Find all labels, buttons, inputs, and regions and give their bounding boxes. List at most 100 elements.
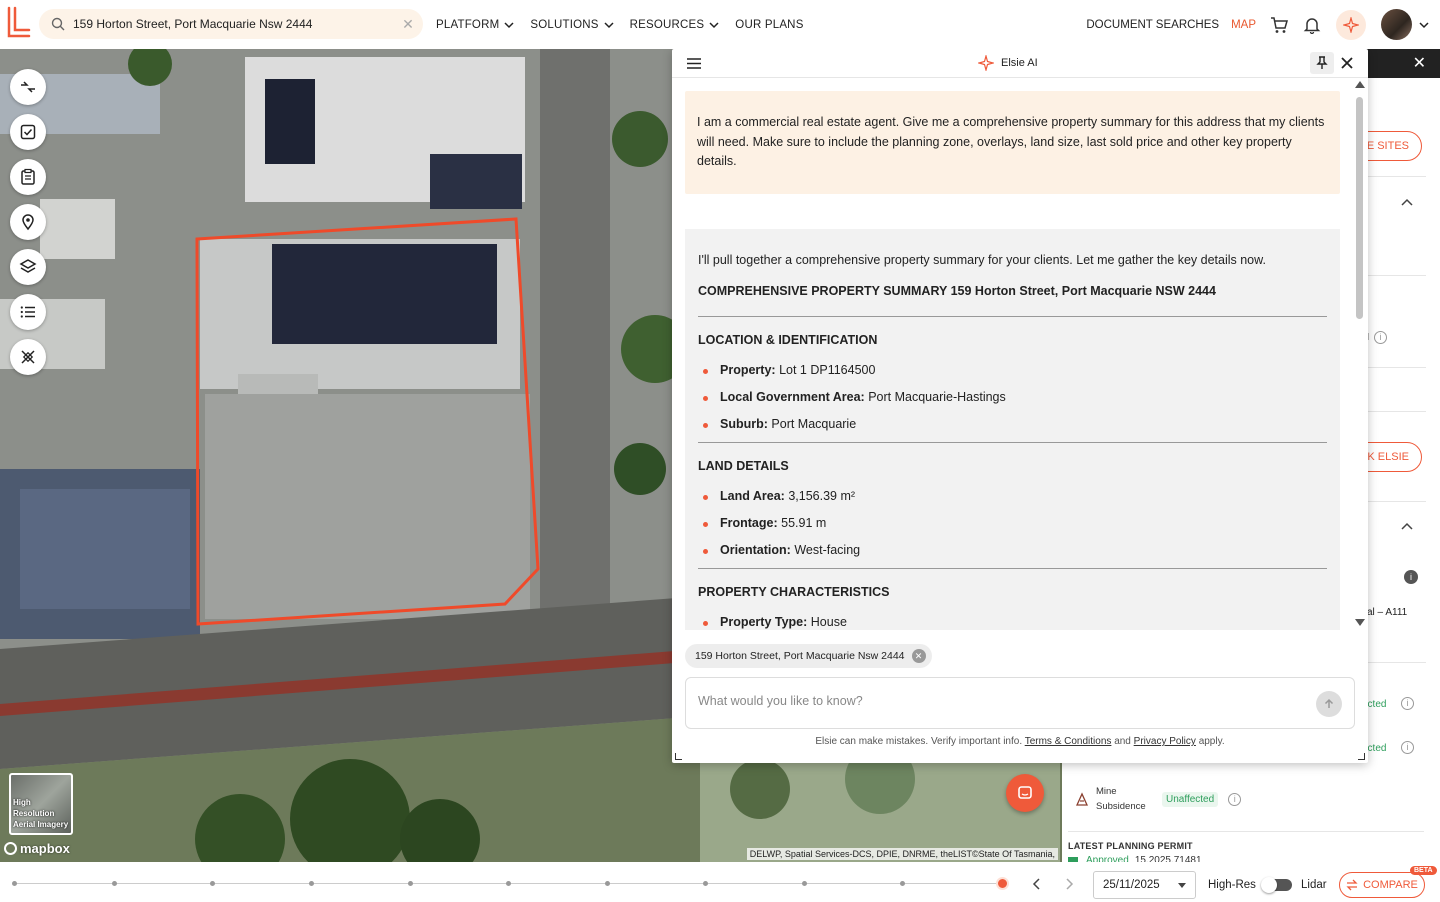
info-icon[interactable]: i bbox=[1228, 792, 1242, 806]
clipboard-tool[interactable] bbox=[10, 159, 46, 195]
date-value: 25/11/2025 bbox=[1103, 879, 1160, 891]
list-tool[interactable] bbox=[10, 294, 46, 330]
prompt-input[interactable] bbox=[698, 694, 1298, 708]
nav-label: OUR PLANS bbox=[735, 18, 804, 31]
app-logo[interactable] bbox=[6, 6, 32, 40]
imagery-toggle[interactable]: High Resolution Aerial Imagery bbox=[9, 773, 73, 835]
bell-icon[interactable] bbox=[1303, 16, 1321, 34]
hires-lidar-toggle[interactable] bbox=[1261, 877, 1292, 893]
cart-icon[interactable] bbox=[1270, 16, 1288, 34]
compare-icon bbox=[1346, 879, 1358, 891]
close-icon[interactable]: ✕ bbox=[1413, 56, 1426, 72]
close-icon[interactable] bbox=[1338, 54, 1356, 72]
pin-button[interactable] bbox=[1310, 52, 1334, 74]
map-link[interactable]: MAP bbox=[1231, 19, 1256, 31]
mine-icon bbox=[1075, 792, 1089, 806]
ai-intro: I'll pull together a comprehensive prope… bbox=[698, 252, 1266, 267]
imagery-label: High Resolution Aerial Imagery bbox=[13, 798, 69, 829]
list-item: Land Area: 3,156.39 m² bbox=[698, 487, 1327, 506]
chat-thread[interactable]: I am a commercial real estate agent. Giv… bbox=[685, 91, 1340, 630]
divider bbox=[698, 441, 1327, 443]
toggle-knob bbox=[1261, 877, 1277, 893]
timeline-current-marker[interactable] bbox=[996, 877, 1009, 890]
top-header: 159 Horton Street, Port Macquarie Nsw 24… bbox=[0, 0, 1440, 49]
elsie-title: Elsie AI bbox=[978, 55, 1038, 71]
search-icon bbox=[51, 17, 65, 31]
latest-permit-heading: LATEST PLANNING PERMIT bbox=[1068, 841, 1193, 851]
list-item: Orientation: West-facing bbox=[698, 541, 1327, 560]
divider bbox=[698, 567, 1327, 569]
elsie-title-text: Elsie AI bbox=[1001, 57, 1038, 69]
chevron-left-icon[interactable] bbox=[1031, 878, 1043, 890]
timeline-tick[interactable] bbox=[112, 881, 117, 886]
timeline-tick[interactable] bbox=[703, 881, 708, 886]
timeline-tick[interactable] bbox=[802, 881, 807, 886]
date-select[interactable]: 25/11/2025 bbox=[1093, 871, 1196, 899]
list-item: Local Government Area: Port Macquarie-Ha… bbox=[698, 388, 1327, 407]
item-value: Lot 1 DP1164500 bbox=[779, 362, 876, 377]
info-icon[interactable]: i bbox=[1401, 697, 1414, 710]
nav-solutions[interactable]: SOLUTIONS bbox=[530, 19, 614, 31]
scroll-down-arrow[interactable] bbox=[1355, 619, 1365, 626]
info-icon[interactable]: i bbox=[1404, 570, 1418, 584]
user-avatar[interactable] bbox=[1381, 9, 1412, 40]
address-search[interactable]: 159 Horton Street, Port Macquarie Nsw 24… bbox=[39, 9, 423, 39]
clear-icon[interactable]: ✕ bbox=[401, 17, 415, 31]
resize-corner-icon[interactable] bbox=[1358, 753, 1365, 760]
collapse-tool[interactable] bbox=[10, 69, 46, 105]
elsie-ai-panel: Elsie AI I am a commercial real estate a… bbox=[672, 49, 1368, 763]
timeline-tick[interactable] bbox=[210, 881, 215, 886]
divider bbox=[1362, 275, 1426, 276]
map-toolbar bbox=[10, 69, 46, 384]
prompt-box bbox=[685, 677, 1355, 729]
section-list: Property Type: House bbox=[698, 613, 1327, 631]
scrollbar-thumb[interactable] bbox=[1356, 97, 1363, 319]
compare-button[interactable]: COMPARE bbox=[1339, 872, 1425, 898]
divider bbox=[698, 315, 1327, 317]
zone-fragment: al – A111 bbox=[1367, 607, 1408, 618]
caret-down-icon bbox=[1178, 883, 1186, 888]
menu-icon[interactable] bbox=[686, 57, 702, 70]
chevron-up-icon[interactable] bbox=[1400, 196, 1414, 210]
scroll-up-arrow[interactable] bbox=[1355, 81, 1365, 88]
nav-resources[interactable]: RESOURCES bbox=[630, 19, 720, 31]
elsie-ai-button[interactable] bbox=[1336, 9, 1366, 40]
info-icon[interactable]: i bbox=[1401, 741, 1414, 754]
info-icon[interactable]: i bbox=[1374, 331, 1387, 344]
user-message: I am a commercial real estate agent. Giv… bbox=[685, 91, 1340, 194]
sparkle-icon bbox=[978, 55, 994, 71]
send-button[interactable] bbox=[1316, 691, 1342, 717]
measure-tool[interactable] bbox=[10, 339, 46, 375]
timeline-tick[interactable] bbox=[506, 881, 511, 886]
divider bbox=[1362, 367, 1426, 368]
lidar-label: Lidar bbox=[1301, 879, 1327, 891]
nav-platform[interactable]: PLATFORM bbox=[436, 19, 514, 31]
remove-chip-icon[interactable]: ✕ bbox=[911, 649, 926, 663]
timeline-tick[interactable] bbox=[309, 881, 314, 886]
chevron-right-icon[interactable] bbox=[1063, 878, 1075, 890]
item-label: Property Type: bbox=[720, 614, 808, 629]
chevron-up-icon[interactable] bbox=[1400, 520, 1414, 534]
terms-link[interactable]: Terms & Conditions bbox=[1025, 736, 1112, 747]
status-badge: Unaffected bbox=[1162, 791, 1219, 807]
location-search-tool[interactable] bbox=[10, 204, 46, 240]
ruler-pencil-icon bbox=[21, 350, 35, 364]
pin-icon bbox=[1316, 56, 1328, 69]
checklist-tool[interactable] bbox=[10, 114, 46, 150]
chat-button[interactable] bbox=[1006, 774, 1044, 812]
search-input[interactable]: 159 Horton Street, Port Macquarie Nsw 24… bbox=[73, 17, 401, 31]
timeline-tick[interactable] bbox=[900, 881, 905, 886]
list-item: Suburb: Port Macquarie bbox=[698, 415, 1327, 434]
resize-corner-icon[interactable] bbox=[675, 753, 682, 760]
nav-our-plans[interactable]: OUR PLANS bbox=[735, 19, 803, 31]
section-title: LAND DETAILS bbox=[698, 458, 789, 473]
timeline-tick[interactable] bbox=[12, 881, 17, 886]
layers-tool[interactable] bbox=[10, 249, 46, 285]
timeline-tick[interactable] bbox=[605, 881, 610, 886]
side-panel-header: ✕ bbox=[1362, 49, 1440, 78]
chevron-down-icon[interactable] bbox=[1418, 19, 1430, 31]
document-searches-link[interactable]: DOCUMENT SEARCHES bbox=[1086, 19, 1219, 31]
timeline-tick[interactable] bbox=[408, 881, 413, 886]
item-value: West-facing bbox=[794, 542, 861, 557]
privacy-link[interactable]: Privacy Policy bbox=[1134, 736, 1196, 747]
